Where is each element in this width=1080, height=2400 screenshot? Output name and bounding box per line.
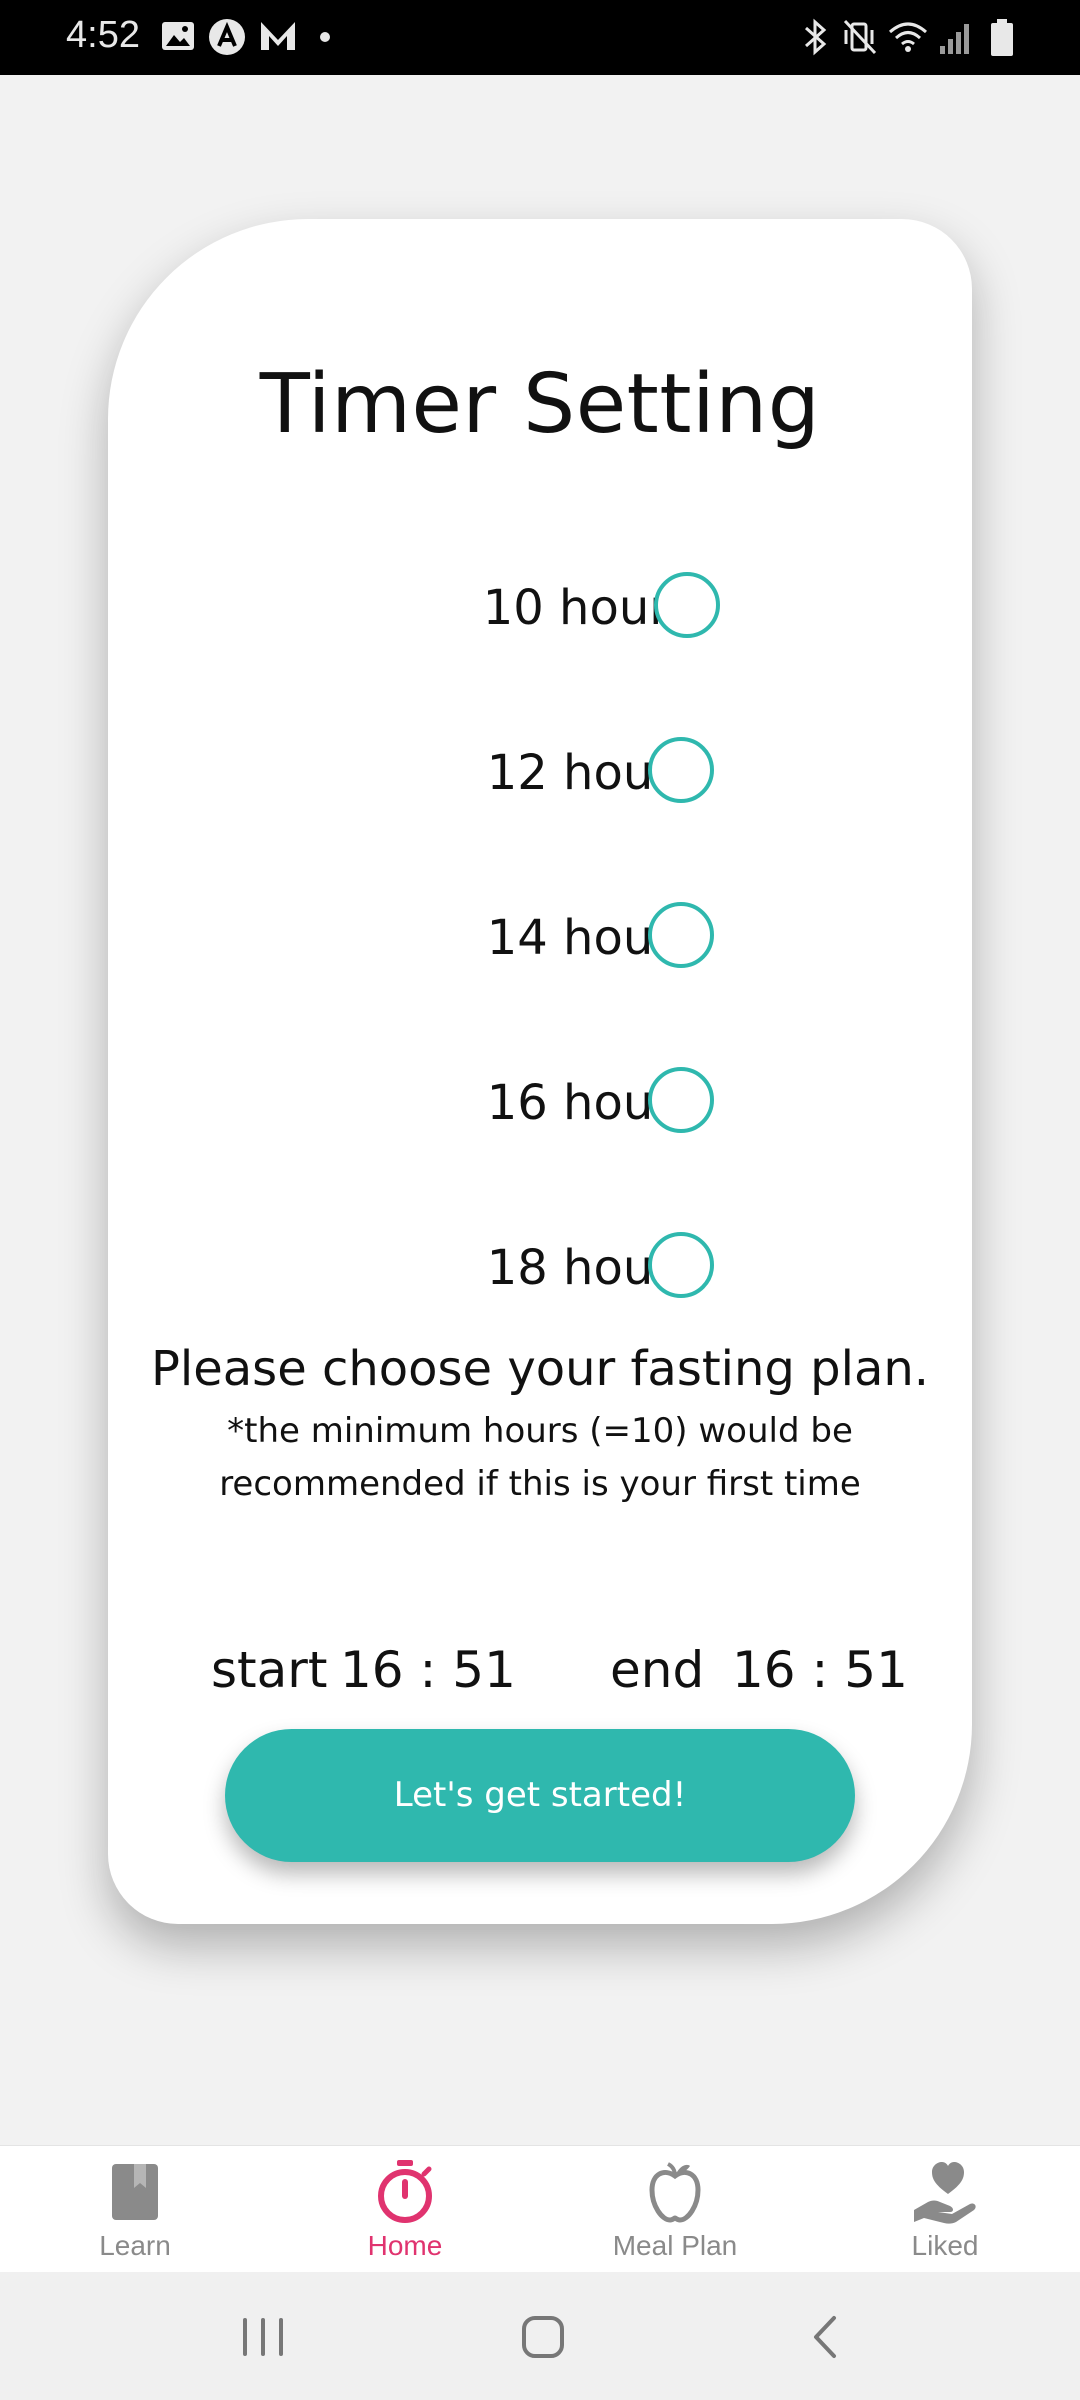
note-line-2: recommended if this is your first time [219, 1464, 861, 1504]
status-time: 4:52 [66, 14, 140, 56]
page-title: Timer Setting [259, 357, 821, 452]
wifi-icon [889, 22, 927, 52]
battery-icon [991, 19, 1013, 56]
m-logo-icon [261, 22, 295, 50]
get-started-button[interactable]: Let's get started! [225, 1729, 855, 1862]
radio-16-hours[interactable] [648, 1067, 714, 1133]
signal-icon [940, 24, 969, 54]
nav-item-liked[interactable]: Liked [810, 2146, 1080, 2273]
bottom-nav: Learn Home Meal Plan Liked [0, 2145, 1080, 2273]
radio-18-hours[interactable] [648, 1232, 714, 1298]
option-label-12-hours: 12 hours [486, 745, 698, 801]
nav-item-home[interactable]: Home [270, 2146, 540, 2273]
apple-icon [649, 2162, 701, 2223]
timer-setting-card: Timer Setting 10 hours 12 hours 14 hours… [108, 219, 972, 1924]
radio-14-hours[interactable] [648, 902, 714, 968]
system-nav-bar [0, 2272, 1080, 2400]
note-line-1: *the minimum hours (=10) would be [227, 1411, 853, 1451]
stopwatch-icon [378, 2160, 432, 2223]
recent-apps-icon[interactable] [228, 2302, 298, 2372]
end-time[interactable]: 16 : 51 [732, 1641, 908, 1699]
radio-12-hours[interactable] [648, 737, 714, 803]
dot-icon [320, 32, 330, 42]
nav-label-learn: Learn [99, 2230, 171, 2261]
option-label-18-hours: 18 hours [486, 1240, 698, 1296]
nav-item-meal-plan[interactable]: Meal Plan [540, 2146, 810, 2273]
a-badge-icon [209, 19, 245, 55]
status-bar: 4:52 [0, 0, 1080, 75]
nav-label-liked: Liked [911, 2230, 979, 2261]
first-time-note: *the minimum hours (=10) would be recomm… [168, 1405, 912, 1511]
heart-hand-icon [914, 2162, 976, 2224]
nav-item-learn[interactable]: Learn [0, 2146, 270, 2273]
nav-label-home: Home [367, 2230, 443, 2261]
bluetooth-icon [805, 18, 827, 56]
fasting-plan-prompt: Please choose your fasting plan. [150, 1341, 930, 1397]
start-label: start [211, 1641, 328, 1699]
start-time[interactable]: 16 : 51 [340, 1641, 516, 1699]
end-label: end [610, 1641, 705, 1699]
bookmark-icon [112, 2164, 158, 2220]
home-icon[interactable] [508, 2302, 578, 2372]
option-label-10-hours: 10 hours [482, 580, 694, 636]
radio-10-hours[interactable] [654, 572, 720, 638]
option-label-14-hours: 14 hours [486, 910, 698, 966]
image-icon [162, 22, 194, 50]
back-icon[interactable] [792, 2302, 862, 2372]
option-label-16-hours: 16 hours [486, 1075, 698, 1131]
vibrate-mute-icon [843, 19, 877, 55]
nav-label-meal-plan: Meal Plan [612, 2230, 738, 2261]
